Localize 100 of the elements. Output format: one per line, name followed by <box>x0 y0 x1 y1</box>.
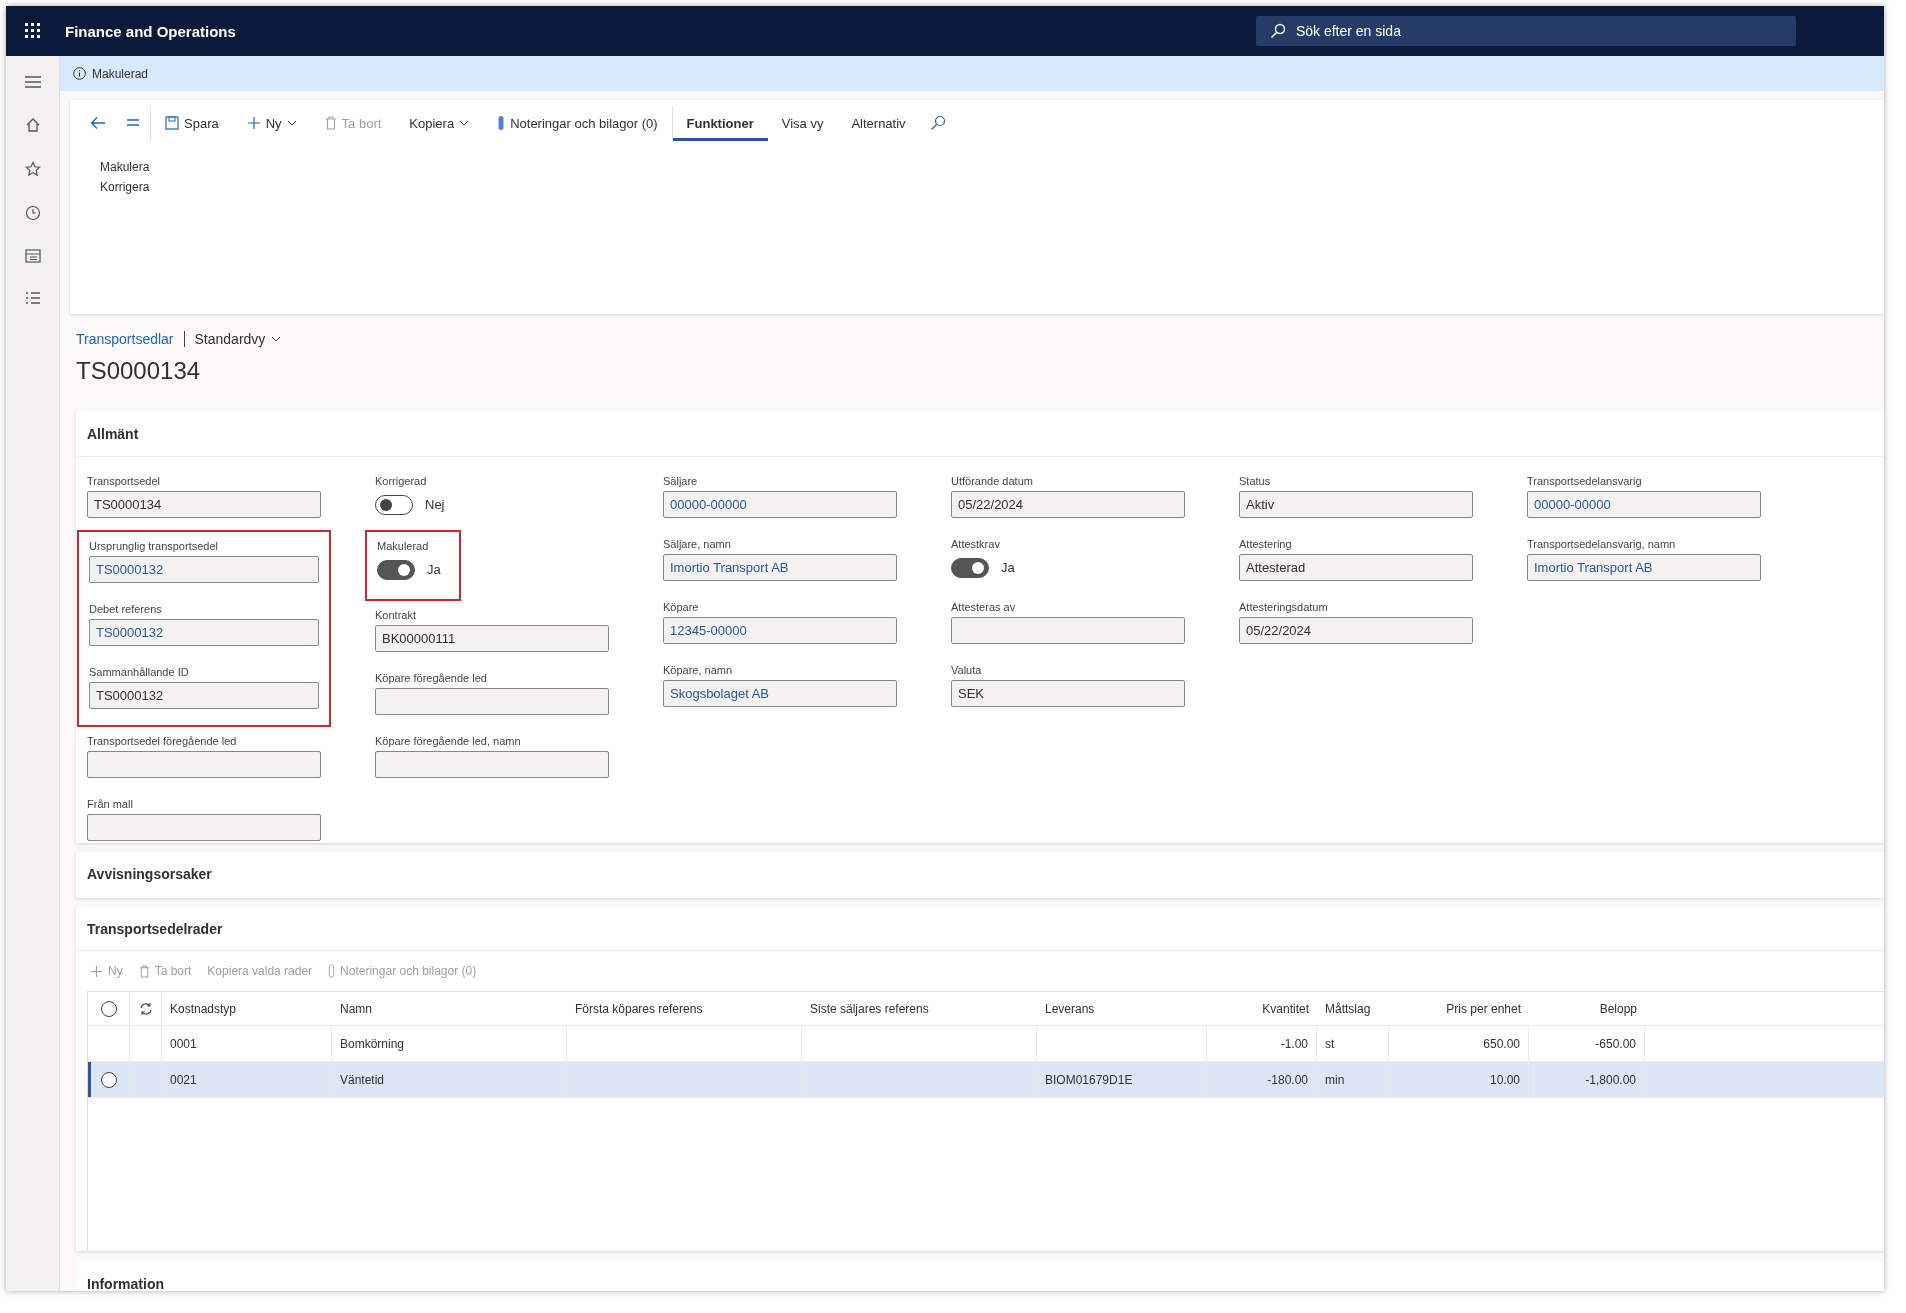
field-label: Från mall <box>87 798 134 810</box>
section-header[interactable]: Avvisningsorsaker <box>76 852 1884 896</box>
column-header[interactable]: Kostnadstyp <box>170 1001 237 1016</box>
table-row[interactable]: 0021 Väntetid BIOM01679D1E -180.00 min 10.00 -1,800.00 <box>88 1062 1884 1098</box>
column-header[interactable]: Första köpares referens <box>575 1001 703 1016</box>
input-field[interactable]: Aktiv <box>1239 491 1473 518</box>
input-field[interactable]: SEK <box>951 680 1185 707</box>
notes-button[interactable]: Noteringar och bilagor (0) <box>483 106 673 140</box>
input-field[interactable]: 12345-00000 <box>663 617 897 644</box>
plus-icon <box>246 116 261 130</box>
row-select-radio[interactable] <box>100 1071 117 1088</box>
field-label: Köpare <box>663 601 700 613</box>
input-field[interactable]: TS0000132 <box>89 556 319 583</box>
breadcrumb-link[interactable]: Transportsedlar <box>76 331 174 347</box>
select-all-checkbox[interactable] <box>100 1000 117 1017</box>
field-label: Ursprunglig transportsedel <box>89 540 219 552</box>
search-icon <box>929 115 946 131</box>
workspace-icon[interactable] <box>24 249 41 263</box>
toggle-text: Ja <box>1001 560 1015 575</box>
table-cell: min <box>1325 1072 1345 1087</box>
column-header[interactable]: Pris per enhet <box>1446 1001 1521 1016</box>
field-label: Köpare föregående led, namn <box>375 735 522 747</box>
field-label: Attesteringsdatum <box>1239 601 1329 613</box>
column-header[interactable]: Leverans <box>1045 1001 1095 1016</box>
page-title: TS0000134 <box>76 357 202 385</box>
caret-icon <box>271 336 282 342</box>
app-launcher-icon[interactable] <box>25 23 41 39</box>
field-label: Sammanhållande ID <box>89 666 190 678</box>
input-field[interactable] <box>375 688 609 715</box>
paperclip-icon <box>328 964 336 978</box>
toggle-switch[interactable] <box>951 557 989 578</box>
input-field[interactable]: BK00000111 <box>375 625 609 652</box>
field-label: Attestering <box>1239 538 1293 550</box>
new-button[interactable]: Ny <box>232 106 311 140</box>
input-field[interactable]: Attesterad <box>1239 554 1473 581</box>
input-field[interactable]: 00000-00000 <box>663 491 897 518</box>
app-title: Finance and Operations <box>65 22 236 40</box>
column-header[interactable]: Belopp <box>1599 1001 1637 1016</box>
input-field[interactable]: Skogsbolaget AB <box>663 680 897 707</box>
save-button[interactable]: Spara <box>151 106 233 140</box>
menu-icon[interactable] <box>23 75 42 89</box>
copy-button[interactable]: Kopiera <box>395 106 484 140</box>
field-label: Köpare föregående led <box>375 672 488 684</box>
input-field[interactable] <box>375 751 609 778</box>
plus-icon <box>90 964 103 978</box>
table-cell: -180.00 <box>1267 1072 1308 1087</box>
trash-icon <box>138 964 150 978</box>
column-header[interactable]: Siste säljares referens <box>810 1001 929 1016</box>
input-field[interactable]: TS0000132 <box>89 619 319 646</box>
column-header[interactable]: Måttslag <box>1325 1001 1371 1016</box>
list-icon[interactable] <box>24 291 41 305</box>
toggle-switch[interactable] <box>377 559 415 580</box>
search-field[interactable]: Sök efter en sida <box>1255 16 1796 46</box>
field-label: Korrigerad <box>375 475 428 487</box>
field-label: Attestkrav <box>951 538 1001 550</box>
input-field[interactable]: 05/22/2024 <box>1239 617 1473 644</box>
field-label: Debet referens <box>89 603 163 615</box>
toggle-switch[interactable] <box>375 494 413 515</box>
field-label: Säljare <box>663 475 699 487</box>
toggle-text: Ja <box>427 562 441 577</box>
toolbar-tab[interactable]: Funktioner <box>672 105 768 141</box>
view-selector[interactable]: Standardvy <box>194 331 282 347</box>
field-label: Transportsedelansvarig <box>1527 475 1643 487</box>
field-label: Köpare, namn <box>663 664 734 676</box>
column-header[interactable]: Namn <box>340 1001 372 1016</box>
input-field[interactable]: TS0000134 <box>87 491 321 518</box>
star-icon[interactable] <box>24 161 41 177</box>
input-field[interactable] <box>87 751 321 778</box>
refresh-icon[interactable] <box>138 1001 153 1016</box>
input-field[interactable]: Imortio Transport AB <box>1527 554 1761 581</box>
action-menu-item[interactable]: Korrigera <box>100 180 1884 194</box>
toolbar-tab[interactable]: Alternativ <box>837 105 920 141</box>
section-header[interactable]: Information <box>76 1262 1884 1291</box>
paperclip-icon <box>497 115 506 131</box>
table-cell: Väntetid <box>340 1072 385 1087</box>
input-field[interactable]: 05/22/2024 <box>951 491 1185 518</box>
section-header[interactable]: Allmänt <box>76 411 1884 457</box>
table-cell: 0001 <box>170 1036 197 1051</box>
table-cell: BIOM01679D1E <box>1045 1072 1133 1087</box>
input-field[interactable] <box>87 814 321 841</box>
input-field[interactable]: TS0000132 <box>89 682 319 709</box>
message-text: Makulerad <box>92 66 149 81</box>
table-cell: Bomkörning <box>340 1036 405 1051</box>
search-icon <box>1269 23 1286 39</box>
input-field[interactable]: 00000-00000 <box>1527 491 1761 518</box>
section-header[interactable]: Transportsedelrader <box>76 907 1884 951</box>
column-header[interactable]: Kvantitet <box>1262 1001 1309 1016</box>
field-label: Transportsedel <box>87 475 161 487</box>
toggle-text: Nej <box>425 497 445 512</box>
clock-icon[interactable] <box>24 205 41 221</box>
table-cell: 10.00 <box>1489 1072 1520 1087</box>
search-input[interactable]: Sök efter en sida <box>1293 22 1778 40</box>
caret-icon <box>459 120 470 126</box>
table-cell: -1.00 <box>1280 1036 1308 1051</box>
field-label: Säljare, namn <box>663 538 732 550</box>
action-menu-item[interactable]: Makulera <box>100 160 1884 174</box>
input-field[interactable] <box>951 617 1185 644</box>
input-field[interactable]: Imortio Transport AB <box>663 554 897 581</box>
toolbar-tab[interactable]: Visa vy <box>767 105 838 141</box>
home-icon[interactable] <box>24 117 41 133</box>
